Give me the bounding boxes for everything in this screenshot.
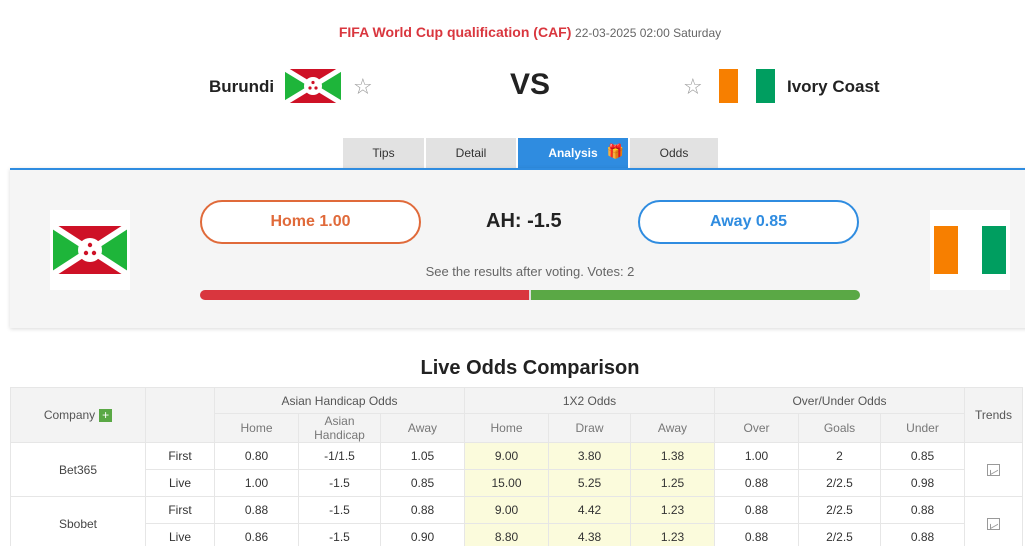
away-team-flag [719,69,776,103]
x12-group-header: 1X2 Odds [464,387,715,414]
odds-line-type: Live [145,523,215,546]
vote-away-button[interactable]: Away 0.85 [638,200,859,244]
ou-under-odds: 0.88 [880,496,965,524]
ou-group-header: Over/Under Odds [714,387,965,414]
table-row[interactable]: Live 0.86 -1.5 0.90 8.80 4.38 1.23 0.88 2/2.5 0.8… [11,523,1023,546]
table-row[interactable]: Sbobet First 0.88 -1.5 0.88 9.00 4.42 1.23 0.88 2… [10,496,1023,546]
match-header: FIFA World Cup qualification (CAF) 22-03… [0,24,1025,40]
company-name[interactable]: Bet365 [10,442,146,497]
x12-home-odds: 8.80 [464,523,549,546]
table-row[interactable]: Bet365 First 0.80 -1/1.5 1.05 9.00 3.80 1.38 1.0… [10,442,1023,497]
x12-draw-header: Draw [548,413,631,443]
x12-away-odds: 1.38 [630,442,715,470]
x12-draw-odds: 5.25 [548,469,631,497]
ou-over-odds: 1.00 [714,442,799,470]
ou-goals-header: Goals [798,413,881,443]
x12-home-header: Home [464,413,549,443]
ah-handicap-line: -1.5 [298,496,381,524]
tab-odds[interactable]: Odds [630,138,718,168]
ah-away-odds: 0.85 [380,469,465,497]
vote-bar-home [200,290,529,300]
odds-comparison-title: Live Odds Comparison [420,357,640,379]
asian-handicap-line: AH: -1.5 [486,210,562,232]
ah-away-odds: 0.88 [380,496,465,524]
trends-header: Trends [964,387,1023,443]
away-team-name[interactable]: Ivory Coast [787,77,880,97]
away-team-logo [930,210,1010,290]
tab-analysis[interactable]: Analysis 🎁 [518,138,628,168]
ah-away-odds: 1.05 [380,442,465,470]
ou-over-odds: 0.88 [714,469,799,497]
home-team-name[interactable]: Burundi [209,77,274,97]
ou-under-header: Under [880,413,965,443]
ah-handicap-line: -1.5 [298,469,381,497]
favorite-home-star-icon[interactable]: ☆ [353,74,373,100]
x12-draw-odds: 4.42 [548,496,631,524]
match-datetime: 22-03-2025 02:00 Saturday [575,26,722,40]
ou-under-odds: 0.85 [880,442,965,470]
trend-chart-icon[interactable] [987,518,1000,531]
odds-line-type: Live [145,469,215,497]
x12-away-odds: 1.25 [630,469,715,497]
ah-home-odds: 0.88 [214,496,299,524]
ah-home-odds: 0.80 [214,442,299,470]
home-team-logo [50,210,130,290]
trends-cell [964,496,1023,546]
ou-over-header: Over [714,413,799,443]
company-name[interactable]: Sbobet [10,496,146,546]
ah-away-header: Away [380,413,465,443]
add-company-icon[interactable]: + [99,409,113,423]
ou-goals-line: 2/2.5 [798,469,881,497]
favorite-away-star-icon[interactable]: ☆ [683,74,703,100]
ou-over-odds: 0.88 [714,523,799,546]
ou-under-odds: 0.88 [880,523,965,546]
odds-line-type: First [145,496,215,524]
league-name[interactable]: FIFA World Cup qualification (CAF) [339,24,572,40]
x12-away-header: Away [630,413,715,443]
ah-home-odds: 0.86 [214,523,299,546]
company-header-label: Company [43,407,96,422]
versus-label: VS [510,68,551,101]
odds-table-body: Bet365 First 0.80 -1/1.5 1.05 9.00 3.80 1.38 1.0… [10,442,1023,546]
vote-home-button[interactable]: Home 1.00 [200,200,421,244]
gift-icon: 🎁 [606,143,624,159]
match-tabs: Tips Detail Analysis 🎁 Odds [343,138,718,168]
vote-panel: Home 1.00 AH: -1.5 Away 0.85 See the res… [10,168,1025,328]
tab-detail[interactable]: Detail [426,138,516,168]
odds-line-type: First [145,442,215,470]
trend-chart-icon[interactable] [987,464,1000,477]
ah-group-header: Asian Handicap Odds [214,387,465,414]
x12-draw-odds: 3.80 [548,442,631,470]
vote-results-note: See the results after voting. Votes: 2 [425,264,635,279]
table-row[interactable]: Live 1.00 -1.5 0.85 15.00 5.25 1.25 0.88 2/2.5 0.… [11,469,1023,497]
x12-draw-odds: 4.38 [548,523,631,546]
x12-home-odds: 9.00 [464,442,549,470]
odds-table: Company + Asian Handicap Odds 1X2 Odds Ov… [10,387,1023,546]
vote-share-bar [200,290,860,300]
ah-home-header: Home [214,413,299,443]
ou-goals-line: 2/2.5 [798,496,881,524]
ah-handicap-header: Asian Handicap [298,413,381,443]
tab-tips[interactable]: Tips [343,138,424,168]
trends-cell [964,442,1023,497]
home-team-flag [285,69,341,103]
company-header: Company + [10,387,146,443]
tab-analysis-label: Analysis [548,146,598,160]
ah-away-odds: 0.90 [380,523,465,546]
ou-over-odds: 0.88 [714,496,799,524]
x12-away-odds: 1.23 [630,523,715,546]
x12-home-odds: 9.00 [464,496,549,524]
ah-handicap-line: -1.5 [298,523,381,546]
ou-goals-line: 2 [798,442,881,470]
x12-away-odds: 1.23 [630,496,715,524]
type-header [145,387,215,443]
x12-home-odds: 15.00 [464,469,549,497]
vote-bar-away [531,290,860,300]
ou-goals-line: 2/2.5 [798,523,881,546]
ah-home-odds: 1.00 [214,469,299,497]
ou-under-odds: 0.98 [880,469,965,497]
ah-handicap-line: -1/1.5 [298,442,381,470]
